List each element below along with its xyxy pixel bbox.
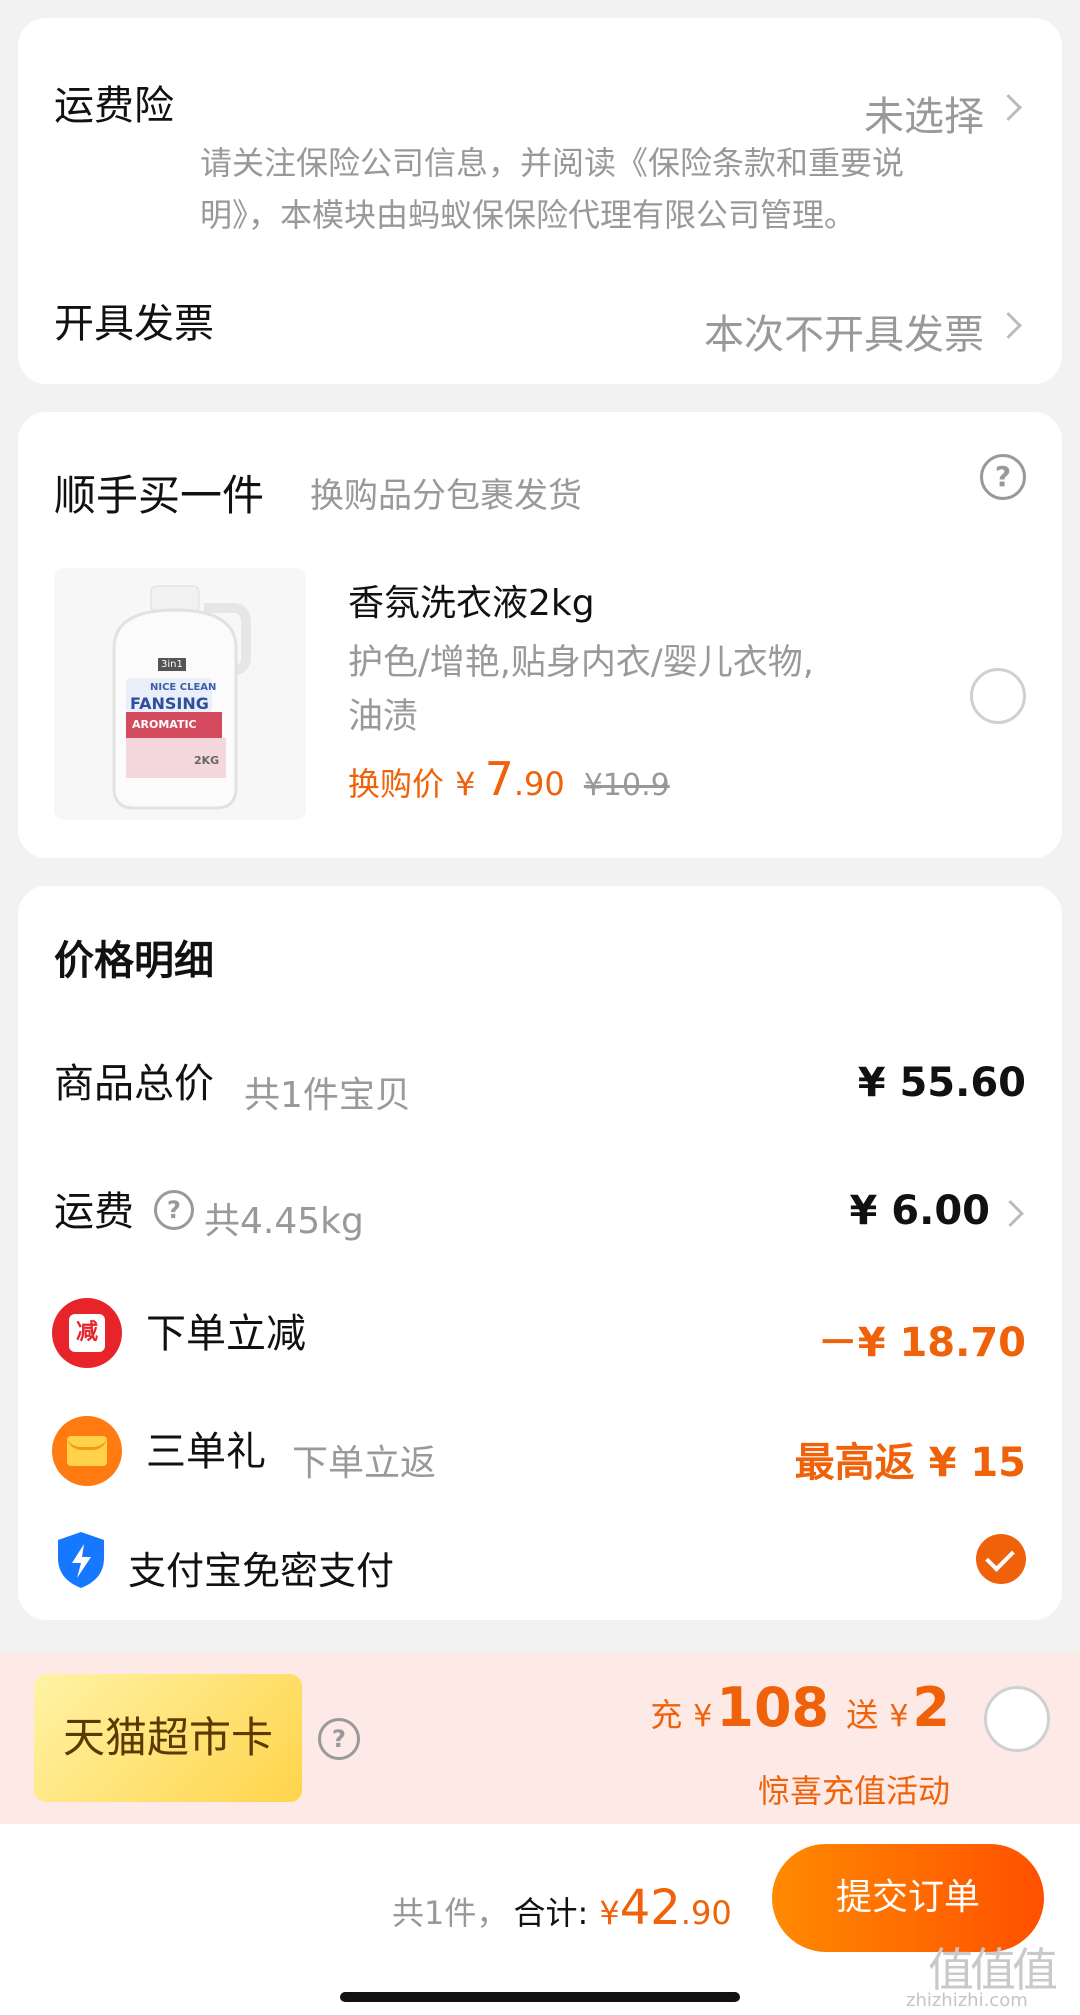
check-icon xyxy=(985,1542,1015,1572)
insurance-value: 未选择 xyxy=(864,94,984,140)
addon-subtitle: 换购品分包裹发货 xyxy=(310,476,582,516)
help-icon[interactable]: ? xyxy=(154,1190,194,1230)
product-image[interactable]: 3in1 NICE CLEAN FANSING AROMATIC 2KG xyxy=(54,568,306,820)
shipping-row-action[interactable]: ¥ 6.00 xyxy=(826,1186,1026,1238)
price-label: 换购价 xyxy=(348,765,445,803)
footer-currency: ¥ xyxy=(599,1894,620,1932)
bottle-top-text: NICE CLEAN xyxy=(150,682,217,693)
alipay-shield-icon xyxy=(58,1532,104,1588)
help-icon[interactable]: ? xyxy=(980,454,1026,500)
gift-envelope-icon xyxy=(52,1416,122,1486)
shipping-value: ¥ 6.00 xyxy=(849,1188,990,1234)
addon-select-radio[interactable] xyxy=(970,668,1026,724)
recharge-offer[interactable]: 充 ¥108 送 ¥2 xyxy=(650,1676,950,1739)
insurance-note-line2: 明》，本模块由蚂蚁保保险代理有限公司管理。 xyxy=(200,196,857,234)
gift-sub: 下单立返 xyxy=(292,1443,437,1484)
supermarket-badge[interactable]: 天猫超市卡 xyxy=(34,1674,302,1802)
chevron-right-icon xyxy=(995,94,1022,121)
footer-count: 共1件， xyxy=(392,1894,509,1932)
help-icon[interactable]: ? xyxy=(318,1718,360,1760)
addon-card: 顺手买一件 换购品分包裹发货 ? 3in1 NICE CLEAN FANSING… xyxy=(18,412,1062,858)
charge-currency: ¥ xyxy=(693,1699,713,1734)
supermarket-select-radio[interactable] xyxy=(984,1686,1050,1752)
watermark-url: zhizhizhi.com xyxy=(906,1990,1028,2011)
footer-total: 共1件， 合计: ¥42.90 xyxy=(392,1880,732,1936)
price-integer: 7 xyxy=(484,752,514,806)
shipping-weight: 共4.45kg xyxy=(204,1201,364,1242)
bottle-band: AROMATIC xyxy=(132,718,197,731)
discount-icon: 减 xyxy=(52,1298,122,1368)
supermarket-card-banner: 天猫超市卡 ? 充 ¥108 送 ¥2 惊喜充值活动 xyxy=(0,1652,1080,1824)
alipay-label: 支付宝免密支付 xyxy=(128,1549,395,1593)
price-detail-title: 价格明细 xyxy=(54,938,214,984)
discount-icon-text: 减 xyxy=(69,1314,105,1352)
price-decimal: .90 xyxy=(513,765,565,803)
product-desc-line2: 油渍 xyxy=(348,697,419,737)
price-currency: ¥ xyxy=(455,765,476,803)
service-card: 运费险 未选择 请关注保险公司信息，并阅读《保险条款和重要说 明》，本模块由蚂蚁… xyxy=(18,18,1062,384)
bottle-badge: 3in1 xyxy=(158,658,186,671)
home-indicator xyxy=(340,1992,740,2002)
product-desc-line1: 护色/增艳,贴身内衣/婴儿衣物, xyxy=(348,643,814,683)
bottom-bar: 共1件， 合计: ¥42.90 提交订单 值值值 zhizhizhi.com xyxy=(0,1824,1080,2015)
chevron-right-icon xyxy=(997,1200,1024,1227)
original-price: ¥10.9 xyxy=(583,768,670,803)
insurance-label: 运费险 xyxy=(54,83,174,129)
invoice-select[interactable]: 本次不开具发票 xyxy=(646,298,1026,358)
goods-total-value: ¥ 55.60 xyxy=(857,1060,1026,1106)
addon-title: 顺手买一件 xyxy=(54,471,265,520)
invoice-label: 开具发票 xyxy=(54,301,214,347)
footer-total-label: 合计: xyxy=(513,1894,589,1932)
discount-label: 下单立减 xyxy=(146,1311,306,1357)
chevron-right-icon xyxy=(995,312,1022,339)
bottle-brand: FANSING xyxy=(130,694,209,713)
gift-value: 最高返 ¥ 15 xyxy=(794,1440,1026,1486)
shipping-label: 运费 xyxy=(54,1189,134,1235)
gift-currency: ¥ xyxy=(889,1699,909,1734)
footer-total-dec: .90 xyxy=(680,1894,732,1932)
insurance-note-line1: 请关注保险公司信息，并阅读《保险条款和重要说 xyxy=(200,144,905,182)
invoice-value: 本次不开具发票 xyxy=(704,312,984,358)
product-name[interactable]: 香氛洗衣液2kg xyxy=(348,574,595,626)
charge-prefix: 充 xyxy=(650,1696,683,1734)
discount-value: －¥ 18.70 xyxy=(817,1320,1026,1366)
alipay-checkbox[interactable] xyxy=(976,1534,1026,1584)
price-detail-card: 价格明细 商品总价 共1件宝贝 ¥ 55.60 运费 ? 共4.45kg ¥ 6… xyxy=(18,886,1062,1620)
insurance-select[interactable]: 未选择 xyxy=(766,80,1026,140)
footer-total-int: 42 xyxy=(619,1880,681,1936)
recharge-note: 惊喜充值活动 xyxy=(757,1772,950,1810)
bottle-size: 2KG xyxy=(194,754,220,767)
product-price: 换购价 ¥ 7.90 ¥10.9 xyxy=(348,752,670,806)
gift-amount: 2 xyxy=(912,1676,950,1739)
charge-amount: 108 xyxy=(716,1676,830,1739)
gift-label: 三单礼 xyxy=(146,1429,266,1475)
goods-total-label: 商品总价 xyxy=(54,1061,214,1107)
goods-count: 共1件宝贝 xyxy=(244,1075,411,1116)
gift-prefix: 送 xyxy=(846,1696,879,1734)
